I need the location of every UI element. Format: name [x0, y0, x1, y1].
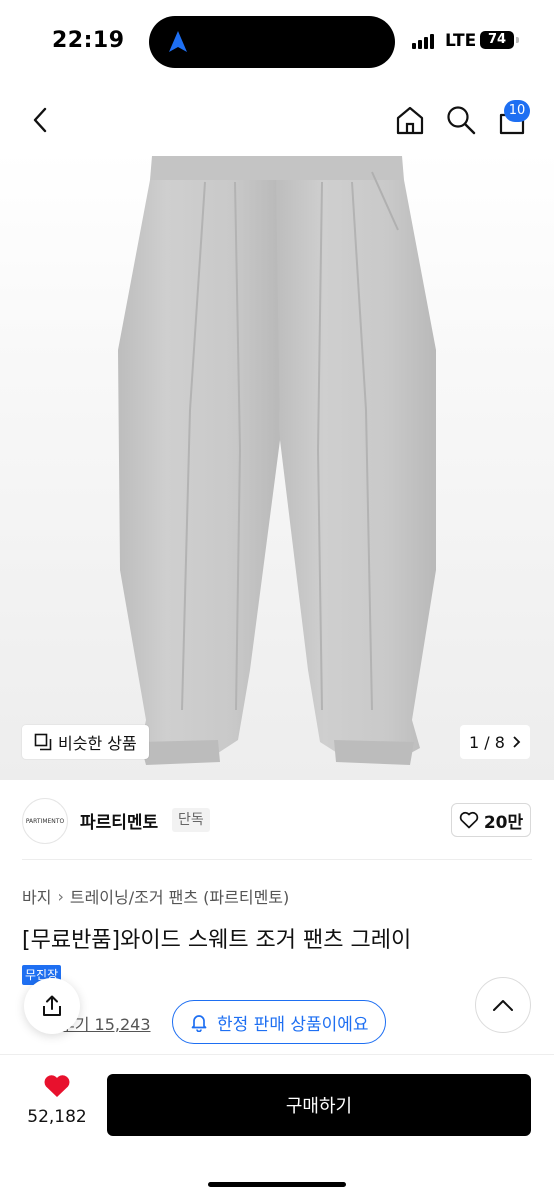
breadcrumb: 바지 › 트레이닝/조거 팬츠 (파르티멘토) [22, 884, 289, 908]
cart-count-badge: 10 [504, 100, 530, 122]
limited-sale-text: 한정 판매 상품이에요 [217, 1014, 369, 1035]
search-button[interactable] [443, 102, 479, 138]
similar-items-icon [34, 733, 52, 751]
similar-products-button[interactable]: 비슷한 상품 [22, 725, 149, 759]
bell-icon [191, 1015, 207, 1032]
chevron-up-icon [493, 1000, 513, 1011]
home-indicator [208, 1182, 346, 1187]
battery-tip [516, 37, 519, 43]
bottom-action-bar: 52,182 구매하기 [0, 1054, 554, 1200]
status-bar: 22:19 LTE 74 [0, 0, 554, 82]
status-time: 22:19 [52, 28, 125, 53]
section-divider [22, 859, 532, 860]
gallery-page-indicator[interactable]: 1 / 8 [460, 725, 530, 759]
heart-filled-icon [44, 1075, 70, 1097]
brand-like-button[interactable]: 20만 [451, 803, 531, 837]
wishlist-count: 52,182 [27, 1107, 87, 1127]
network-type: LTE [445, 31, 477, 51]
top-nav [0, 90, 554, 150]
page-indicator-text: 1 / 8 [469, 732, 505, 752]
share-icon [43, 995, 61, 1016]
chevron-right-icon [513, 736, 521, 748]
brand-like-count: 20만 [483, 812, 524, 833]
home-button[interactable] [392, 102, 428, 138]
product-image [118, 156, 436, 765]
limited-sale-notice[interactable]: 한정 판매 상품이에요 [172, 1000, 386, 1044]
brand-row: PARTIMENTO 파르티멘토 단독 20만 [0, 790, 554, 852]
brand-name[interactable]: 파르티멘토 [80, 808, 158, 833]
breadcrumb-item-category[interactable]: 바지 [22, 884, 51, 908]
navigation-arrow-icon [169, 31, 187, 52]
product-image-gallery[interactable]: 비슷한 상품 1 / 8 [0, 150, 554, 780]
search-icon [447, 106, 476, 135]
buy-button[interactable]: 구매하기 [107, 1074, 531, 1136]
battery-icon: 74 [480, 31, 514, 49]
wishlist-button[interactable]: 52,182 [22, 1073, 92, 1127]
heart-outline-icon [459, 811, 479, 829]
dynamic-island [149, 16, 395, 68]
similar-products-label: 비슷한 상품 [58, 734, 137, 753]
scroll-to-top-button[interactable] [475, 977, 531, 1033]
brand-exclusive-tag: 단독 [172, 808, 210, 832]
back-button[interactable] [22, 102, 58, 138]
chevron-right-icon: › [57, 886, 64, 906]
share-button[interactable] [24, 978, 80, 1034]
chevron-left-icon [33, 107, 47, 133]
brand-logo[interactable]: PARTIMENTO [22, 798, 68, 844]
breadcrumb-item-subcategory[interactable]: 트레이닝/조거 팬츠 (파르티멘토) [70, 884, 289, 908]
product-title: [무료반품]와이드 스웨트 조거 팬츠 그레이 [22, 928, 412, 953]
signal-icon [412, 33, 438, 49]
home-icon [396, 106, 424, 135]
